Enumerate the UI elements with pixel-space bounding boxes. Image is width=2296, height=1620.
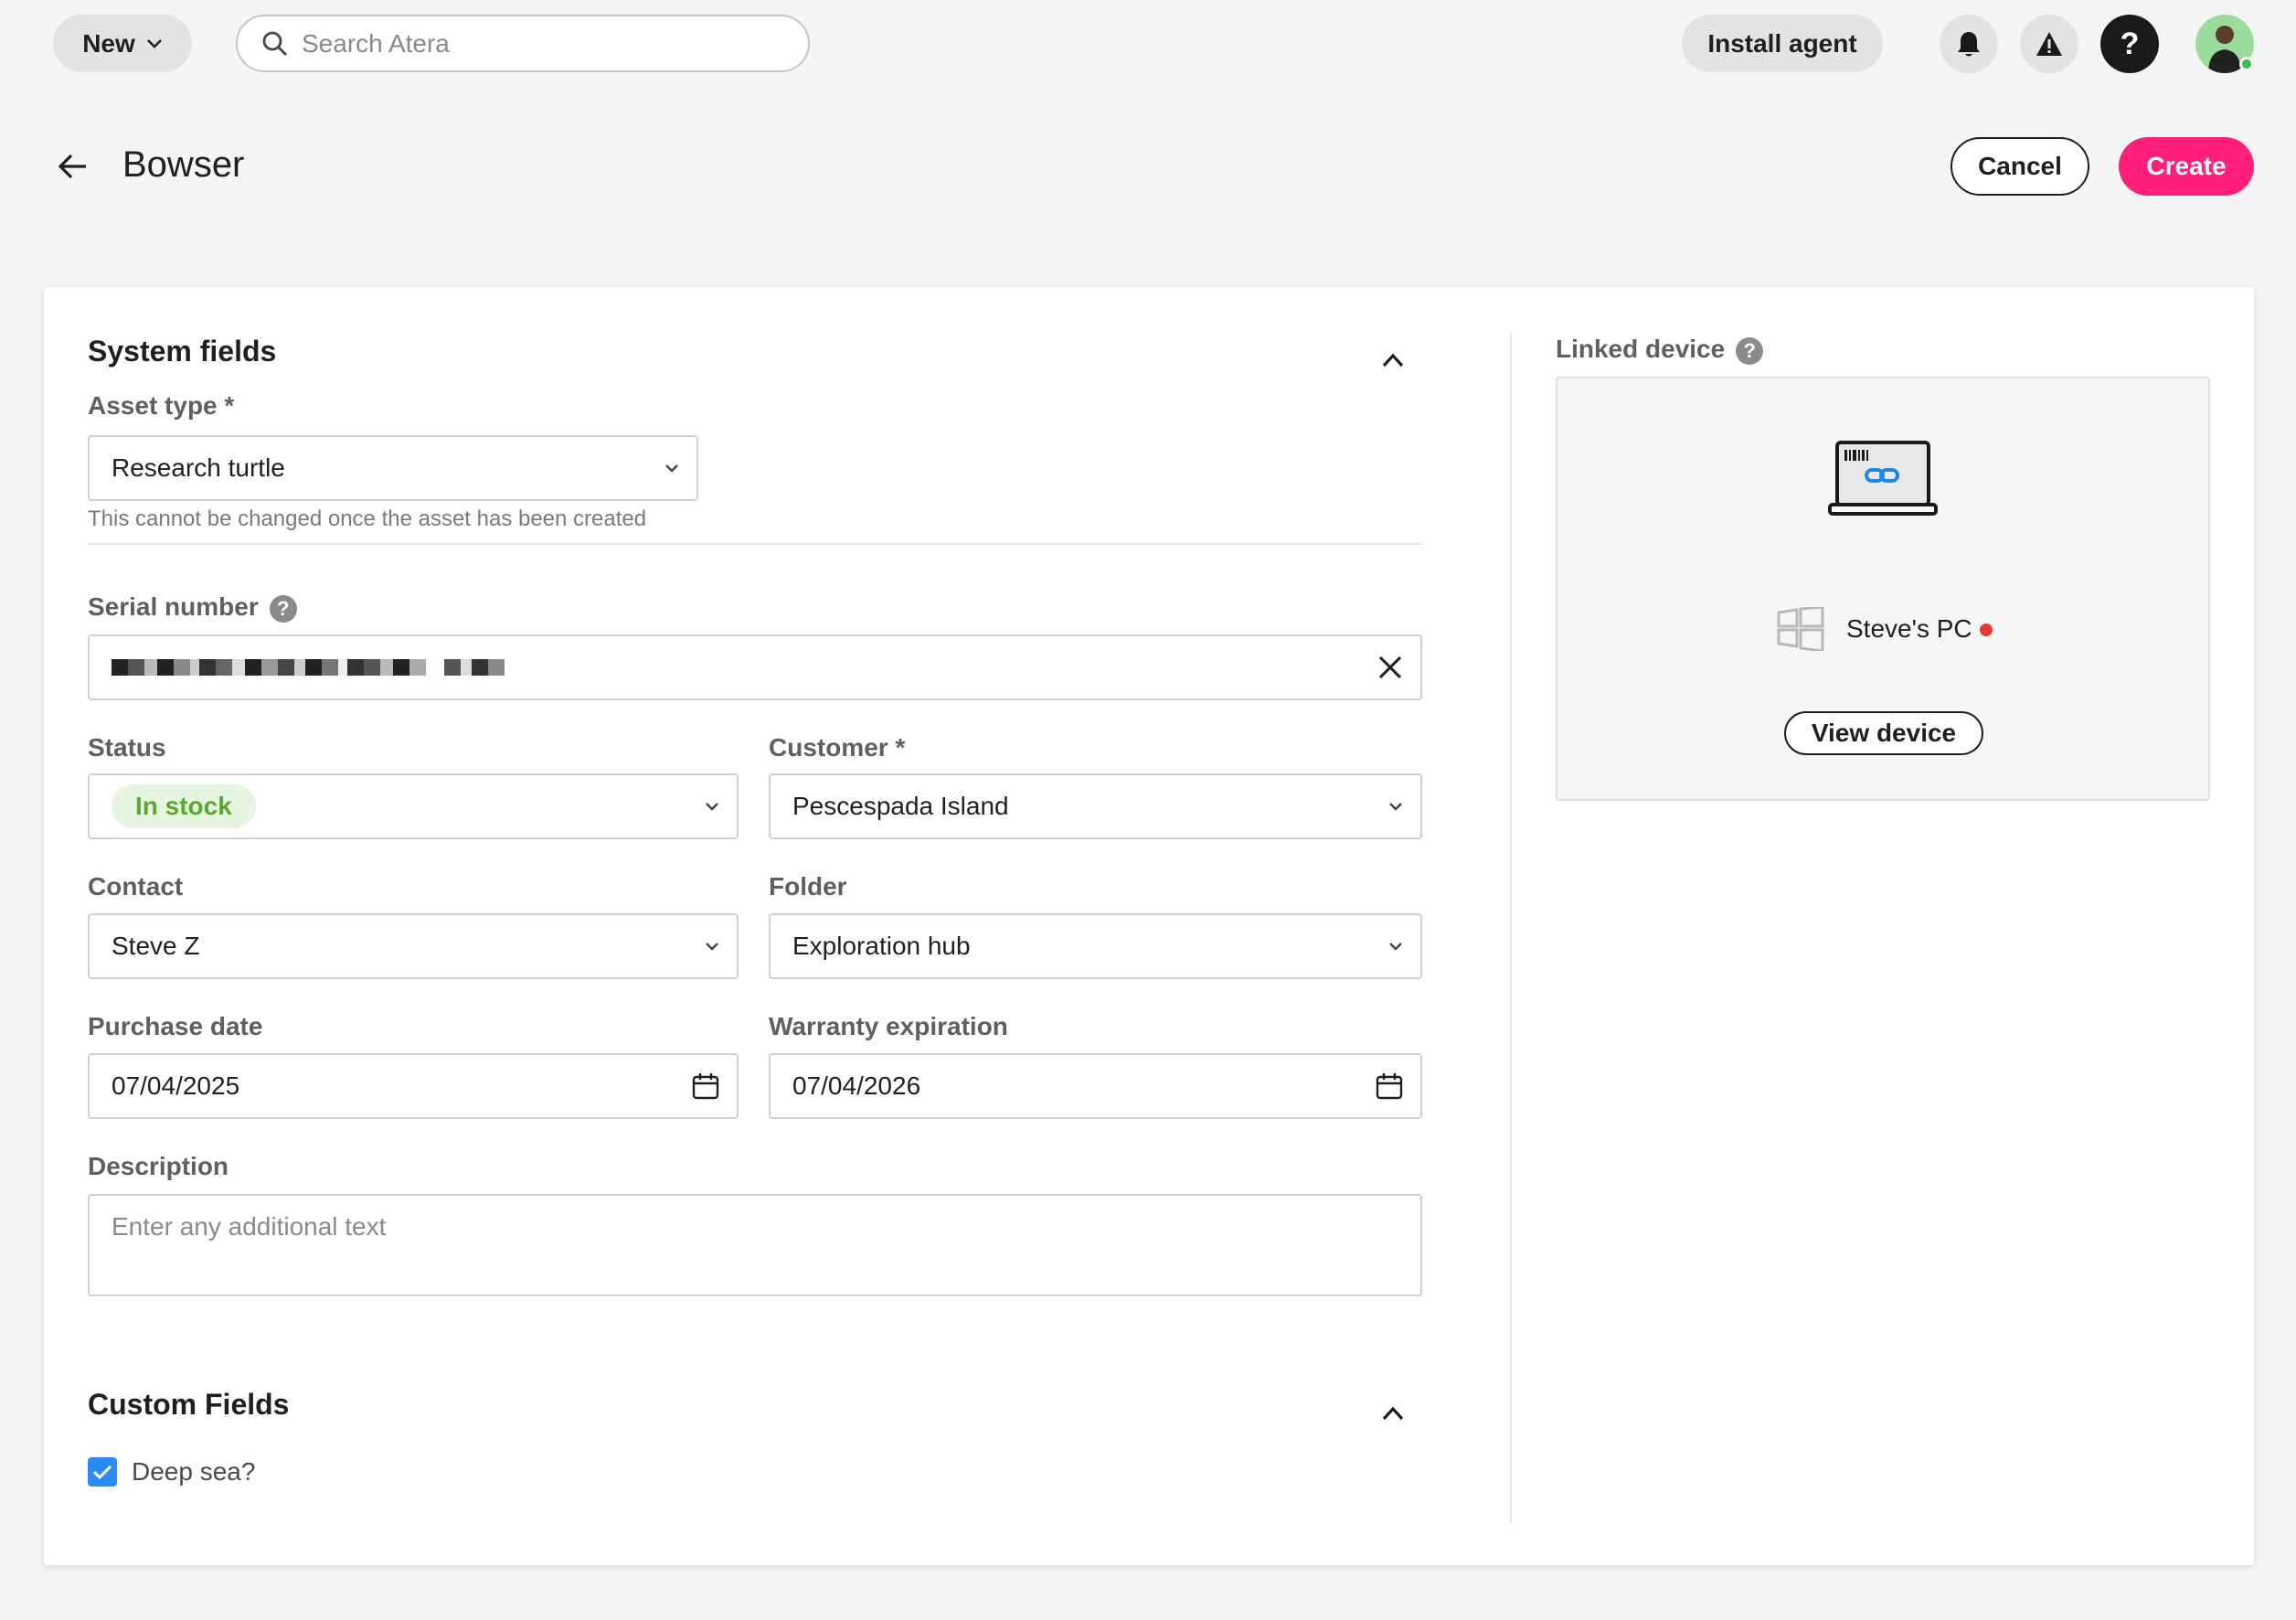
chevron-down-icon [1389, 943, 1402, 951]
custom-fields-title: Custom Fields [88, 1388, 290, 1421]
folder-select[interactable]: Exploration hub [769, 913, 1422, 979]
check-icon [92, 1465, 112, 1480]
column-divider [1510, 333, 1512, 1523]
chevron-up-icon[interactable] [1380, 351, 1406, 369]
folder-value: Exploration hub [792, 932, 971, 960]
chevron-down-icon [706, 803, 718, 811]
linked-device-label-text: Linked device [1556, 335, 1726, 363]
warranty-expiration-label: Warranty expiration [769, 1012, 1008, 1040]
contact-label: Contact [88, 872, 184, 901]
warranty-expiration-input[interactable]: 07/04/2026 [769, 1053, 1422, 1119]
chevron-down-icon [1389, 803, 1402, 811]
page-title: Bowser [122, 144, 245, 185]
chevron-down-icon [665, 464, 678, 473]
help-button[interactable]: ? [2100, 15, 2159, 73]
search-icon [262, 31, 287, 56]
serial-number-label-text: Serial number [88, 592, 259, 621]
serial-number-masked-value [112, 659, 505, 676]
calendar-icon[interactable] [1375, 1071, 1404, 1101]
customer-value: Pescespada Island [792, 792, 1009, 820]
serial-help-icon[interactable]: ? [269, 594, 297, 623]
notifications-button[interactable] [1940, 15, 1998, 73]
create-button[interactable]: Create [2119, 137, 2254, 196]
linked-device-panel: Steve's PC View device [1556, 377, 2210, 801]
asset-form-card: System fields Asset type * Research turt… [44, 287, 2254, 1565]
laptop-link-icon [1828, 441, 1938, 516]
view-device-button[interactable]: View device [1784, 711, 1983, 755]
purchase-date-input[interactable]: 07/04/2025 [88, 1053, 739, 1119]
status-select[interactable]: In stock [88, 773, 739, 839]
device-name: Steve's PC [1846, 614, 1972, 643]
asset-type-hint: This cannot be changed once the asset ha… [88, 506, 647, 531]
customer-select[interactable]: Pescespada Island [769, 773, 1422, 839]
status-badge: In stock [112, 784, 256, 828]
device-offline-dot [1980, 623, 1993, 636]
serial-number-label: Serial number? [88, 592, 297, 623]
deep-sea-checkbox[interactable] [88, 1457, 117, 1487]
linked-device-help-icon[interactable]: ? [1736, 336, 1764, 365]
chevron-up-icon[interactable] [1380, 1404, 1406, 1423]
status-label: Status [88, 733, 166, 762]
bell-icon [1958, 32, 1980, 57]
clear-icon[interactable] [1377, 654, 1404, 681]
deep-sea-label[interactable]: Deep sea? [132, 1457, 255, 1487]
search-bar[interactable] [236, 15, 810, 72]
chevron-down-icon [706, 943, 718, 951]
description-textarea[interactable] [112, 1212, 1398, 1278]
search-input[interactable] [302, 28, 777, 59]
purchase-date-label: Purchase date [88, 1012, 263, 1040]
warranty-expiration-value: 07/04/2026 [792, 1071, 921, 1100]
online-status-dot [2239, 57, 2254, 71]
folder-label: Folder [769, 872, 847, 901]
windows-icon [1777, 607, 1824, 651]
purchase-date-value: 07/04/2025 [112, 1071, 240, 1100]
serial-number-input[interactable] [88, 634, 1422, 700]
description-field[interactable] [88, 1194, 1422, 1296]
contact-value: Steve Z [112, 932, 200, 960]
contact-select[interactable]: Steve Z [88, 913, 739, 979]
description-label: Description [88, 1152, 229, 1180]
new-button-label: New [82, 28, 135, 58]
back-arrow-icon[interactable] [53, 146, 93, 187]
system-fields-title: System fields [88, 335, 277, 368]
top-bar: New Install agent ? [0, 0, 2296, 88]
alerts-button[interactable] [2020, 15, 2078, 73]
warning-icon [2036, 32, 2062, 56]
section-divider [88, 543, 1422, 545]
linked-device-label: Linked device? [1556, 335, 1764, 365]
customer-label: Customer * [769, 733, 906, 762]
cancel-button[interactable]: Cancel [1951, 137, 2089, 196]
asset-type-select[interactable]: Research turtle [88, 435, 698, 501]
asset-type-label: Asset type * [88, 391, 235, 420]
chevron-down-icon [146, 38, 162, 48]
new-button[interactable]: New [53, 15, 192, 72]
help-icon: ? [2120, 26, 2140, 61]
install-agent-button[interactable]: Install agent [1682, 15, 1883, 72]
calendar-icon[interactable] [691, 1071, 720, 1101]
asset-type-value: Research turtle [112, 453, 285, 482]
